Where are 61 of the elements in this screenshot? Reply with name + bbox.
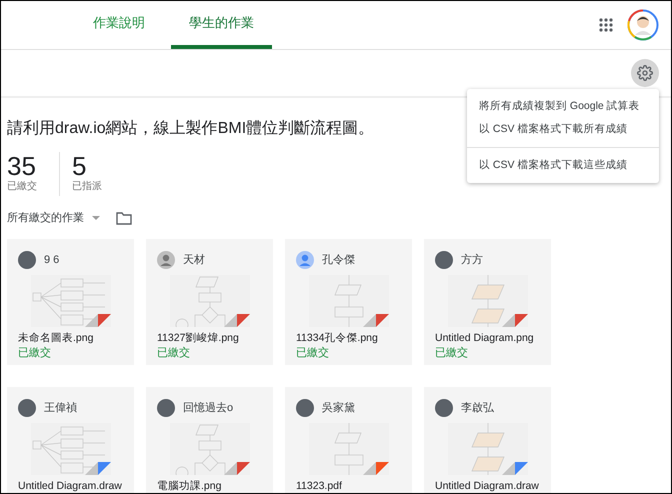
avatar (18, 251, 36, 269)
menu-item[interactable]: 將所有成績複製到 Google 試算表 (467, 95, 659, 118)
file-type-icon (502, 314, 528, 327)
menu-item[interactable]: 以 CSV 檔案格式下載這些成績 (467, 154, 659, 177)
menu-item[interactable]: 以 CSV 檔案格式下載所有成績 (467, 118, 659, 141)
status-label: 已繳交 (435, 346, 468, 360)
file-type-icon (224, 314, 250, 327)
file-name: Untitled Diagram.png (435, 331, 534, 346)
avatar (296, 399, 314, 417)
student-name: 9 6 (44, 252, 60, 268)
stat-value: 35 (7, 152, 36, 180)
stat-label: 已繳交 (7, 180, 37, 194)
person-icon (296, 251, 314, 269)
settings-button[interactable] (631, 59, 659, 87)
assignment-title: 請利用draw.io網站，線上製作BMI體位判斷流程圖。 (7, 118, 374, 139)
tab[interactable]: 作業說明 (67, 1, 171, 49)
settings-icon (637, 65, 653, 81)
student-name: 回憶過去o (183, 400, 234, 416)
stat-label: 已指派 (72, 180, 102, 194)
file-name: 電腦功課.png (157, 479, 222, 493)
submission-card[interactable]: 李啟弘 Untitled Diagram.draw (424, 387, 551, 493)
file-type-icon (85, 462, 111, 475)
apps-grid-icon[interactable] (599, 18, 613, 32)
caret-icon (92, 216, 100, 220)
student-name: 孔令傑 (322, 252, 355, 268)
student-name: 天材 (183, 252, 205, 268)
file-name: 11334孔令傑.png (296, 331, 378, 346)
avatar (435, 251, 453, 269)
submission-card[interactable]: 天材 11327劉峻煒.png 已繳交 (146, 239, 273, 365)
avatar (157, 399, 175, 417)
file-type-icon (224, 462, 250, 475)
file-name: Untitled Diagram.draw (18, 479, 122, 493)
submission-card[interactable]: 孔令傑 11334孔令傑.png 已繳交 (285, 239, 412, 365)
file-name: 未命名圖表.png (18, 331, 94, 346)
file-type-icon (502, 462, 528, 475)
person-icon (157, 251, 175, 269)
file-type-icon (363, 462, 389, 475)
file-name: 11323.pdf (296, 479, 342, 493)
folder-icon[interactable] (116, 212, 132, 224)
submission-card[interactable]: 回憶過去o 電腦功課.png (146, 387, 273, 493)
student-name: 李啟弘 (461, 400, 494, 416)
stat-value: 5 (72, 152, 86, 180)
filter-dropdown[interactable]: 所有繳交的作業 (7, 210, 100, 226)
avatar (435, 399, 453, 417)
file-type-icon (363, 314, 389, 327)
file-name: Untitled Diagram.draw (435, 479, 539, 493)
submission-card[interactable]: 王偉禎 Untitled Diagram.draw (7, 387, 134, 493)
tab[interactable]: 學生的作業 (171, 1, 272, 49)
file-name: 11327劉峻煒.png (157, 331, 239, 346)
submission-card[interactable]: 吳家黛 11323.pdf (285, 387, 412, 493)
status-label: 已繳交 (157, 346, 190, 360)
student-name: 王偉禎 (44, 400, 77, 416)
student-name: 吳家黛 (322, 400, 355, 416)
submission-card[interactable]: 9 6 未命名圖表.png 已繳交 (7, 239, 134, 365)
avatar (18, 399, 36, 417)
account-avatar[interactable] (627, 9, 659, 41)
file-type-icon (85, 314, 111, 327)
student-name: 方方 (461, 252, 483, 268)
submission-card[interactable]: 方方 Untitled Diagram.png 已繳交 (424, 239, 551, 365)
status-label: 已繳交 (296, 346, 329, 360)
status-label: 已繳交 (18, 346, 51, 360)
